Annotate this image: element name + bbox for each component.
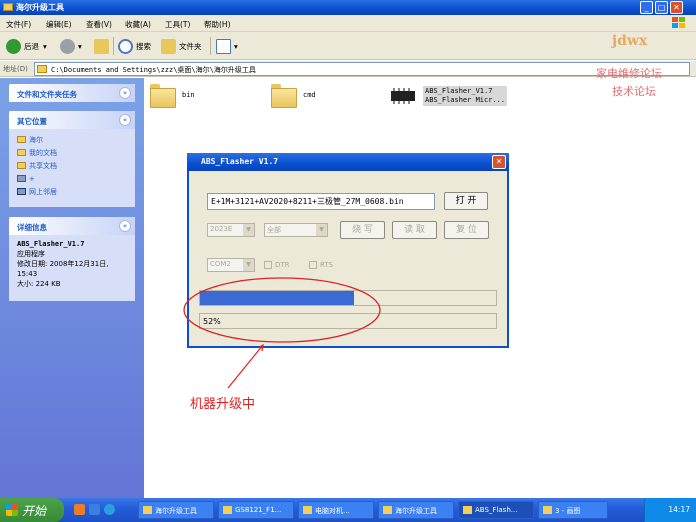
task-haier-tool[interactable]: 海尔升级工具: [138, 501, 214, 519]
task-computer-machine[interactable]: 电脑对机...: [298, 501, 374, 519]
task-paint[interactable]: 3 - 画图: [538, 501, 608, 519]
quicklaunch-icon[interactable]: [74, 504, 85, 515]
task-abs-flasher[interactable]: ABS_Flash...: [458, 501, 534, 519]
annotation-arrow-line: [227, 344, 264, 389]
watermark-line2: 技术论坛: [612, 85, 656, 98]
quicklaunch-icon[interactable]: [89, 504, 100, 515]
task-haier-tool-2[interactable]: 海尔升级工具: [378, 501, 454, 519]
task-gs8121[interactable]: GS8121_F1...: [218, 501, 294, 519]
watermark: jdwx 家电维修论坛 技术论坛: [590, 5, 690, 100]
annotation-ellipse: [183, 277, 381, 343]
system-tray: 14:17: [644, 498, 696, 522]
clock: 14:17: [668, 505, 690, 514]
watermark-line1: 家电维修论坛: [596, 67, 662, 80]
watermark-logo: jdwx: [612, 33, 648, 49]
ie-icon[interactable]: [104, 504, 115, 515]
taskbar: 开始 海尔升级工具 GS8121_F1... 电脑对机... 海尔升级工具 AB…: [0, 498, 696, 522]
windows-logo-icon: [6, 504, 18, 516]
annotation-text: 机器升级中: [190, 397, 256, 412]
start-button[interactable]: 开始: [0, 498, 64, 522]
